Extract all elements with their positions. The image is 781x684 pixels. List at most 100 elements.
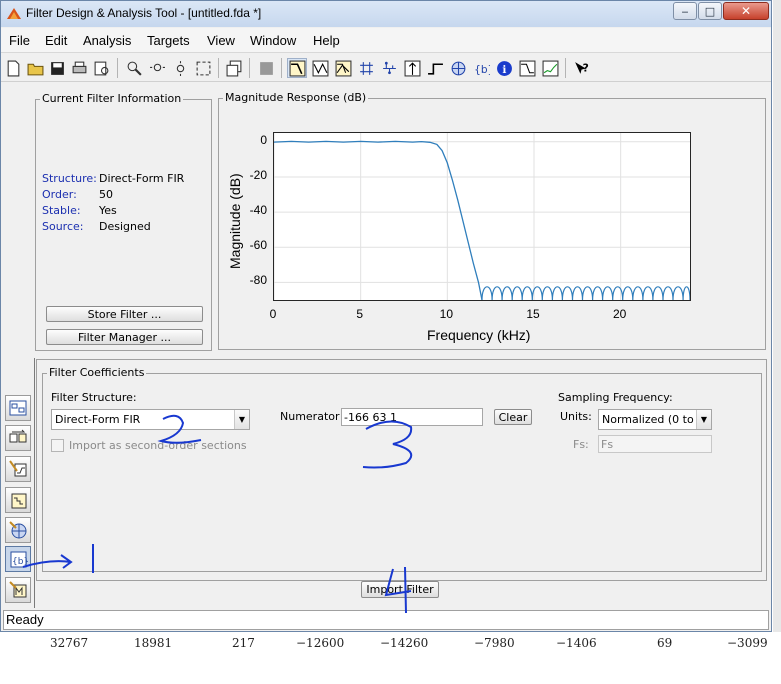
- numerator-label: Numerator: [280, 410, 340, 423]
- magnitude-phase-icon[interactable]: [333, 58, 353, 78]
- whats-this-icon[interactable]: ?: [571, 58, 591, 78]
- x-tick-label: 20: [612, 307, 627, 321]
- units-select[interactable]: Normalized (0 to ... ▼: [598, 409, 712, 430]
- svg-text:{b}: {b}: [474, 62, 490, 75]
- menu-help[interactable]: Help: [313, 33, 340, 48]
- source-key: Source:: [42, 220, 84, 233]
- menu-targets[interactable]: Targets: [147, 33, 190, 48]
- toolbar-separator: [565, 58, 566, 78]
- filter-manager-button[interactable]: Filter Manager ...: [46, 329, 203, 345]
- phase-response-icon[interactable]: [310, 58, 330, 78]
- y-axis-label: Magnitude (dB): [227, 173, 243, 269]
- background-number: −1406: [556, 636, 597, 650]
- magnitude-plot-area[interactable]: [273, 132, 691, 301]
- round-off-noise-icon[interactable]: [540, 58, 560, 78]
- chevron-down-icon: ▼: [696, 410, 711, 429]
- full-view-icon[interactable]: [193, 58, 213, 78]
- y-tick-label: -80: [249, 273, 267, 288]
- stable-value: Yes: [99, 204, 117, 217]
- background-number: −14260: [380, 636, 429, 650]
- filter-structure-label: Filter Structure:: [51, 391, 137, 404]
- magnitude-response-title: Magnitude Response (dB): [223, 91, 369, 104]
- magnitude-response-icon[interactable]: [287, 58, 307, 78]
- stable-key: Stable:: [42, 204, 81, 217]
- background-number: 69: [657, 636, 673, 650]
- matlab-app-icon: [7, 8, 21, 19]
- svg-text:i: i: [502, 62, 506, 75]
- maximize-button[interactable]: □: [698, 2, 722, 20]
- import-filter-button[interactable]: Import Filter: [361, 581, 439, 598]
- fs-label: Fs:: [573, 438, 589, 451]
- structure-key: Structure:: [42, 172, 97, 185]
- units-value: Normalized (0 to ...: [602, 413, 708, 426]
- new-icon[interactable]: [3, 58, 23, 78]
- source-value: Designed: [99, 220, 151, 233]
- menu-view[interactable]: View: [207, 33, 235, 48]
- magnitude-chart: [274, 133, 690, 300]
- sampling-frequency-label: Sampling Frequency:: [558, 391, 673, 404]
- group-delay-icon[interactable]: [356, 58, 376, 78]
- step-icon[interactable]: [425, 58, 445, 78]
- magnitude-estimate-icon[interactable]: [517, 58, 537, 78]
- svg-text:?: ?: [582, 61, 588, 74]
- filter-wizard-icon[interactable]: [5, 395, 31, 421]
- background-number: −7980: [474, 636, 515, 650]
- fdatool-window: Filter Design & Analysis Tool - [untitle…: [0, 0, 772, 632]
- filter-specs-icon: [256, 58, 276, 78]
- toolbar: {b} i ?: [1, 54, 771, 82]
- close-button[interactable]: ✕: [723, 2, 769, 20]
- window-title: Filter Design & Analysis Tool - [untitle…: [26, 6, 262, 20]
- background-number: 217: [232, 636, 255, 650]
- numerator-input[interactable]: -166 63 1: [341, 408, 483, 426]
- background-number: 18981: [134, 636, 173, 650]
- filter-coefficients-title: Filter Coefficients: [47, 366, 147, 379]
- print-preview-icon[interactable]: [91, 58, 111, 78]
- impulse-response-icon[interactable]: [379, 58, 399, 78]
- save-icon[interactable]: [47, 58, 67, 78]
- menu-edit[interactable]: Edit: [45, 33, 67, 48]
- x-tick-label: 15: [526, 307, 540, 321]
- clear-button[interactable]: Clear: [494, 409, 532, 425]
- magnitude-response-panel: Magnitude Response (dB) 0 -20 -40 -60 -80 05…: [218, 91, 766, 350]
- status-bar: Ready: [3, 610, 769, 630]
- open-icon[interactable]: [25, 58, 45, 78]
- order-value: 50: [99, 188, 113, 201]
- current-filter-title: Current Filter Information: [40, 92, 184, 105]
- zoom-in-icon[interactable]: [124, 58, 144, 78]
- menu-file[interactable]: File: [9, 33, 30, 48]
- pole-zero-icon[interactable]: [448, 58, 468, 78]
- units-label: Units:: [560, 410, 592, 423]
- menu-analysis[interactable]: Analysis: [83, 33, 131, 48]
- order-key: Order:: [42, 188, 77, 201]
- filter-coefficients-icon[interactable]: {b}: [471, 58, 491, 78]
- stopband-line: [481, 286, 690, 300]
- transform-filter-icon[interactable]: [5, 425, 31, 451]
- chevron-down-icon: ▼: [234, 410, 249, 429]
- background-number: −3099: [727, 636, 768, 650]
- x-tick-label: 10: [439, 307, 453, 321]
- print-icon[interactable]: [69, 58, 89, 78]
- filter-structure-value: Direct-Form FIR: [55, 413, 141, 426]
- multirate-icon[interactable]: [5, 577, 31, 603]
- import-filter-icon[interactable]: {b}: [5, 546, 31, 572]
- y-tick-label: 0: [260, 132, 267, 147]
- zoom-y-icon[interactable]: [170, 58, 190, 78]
- right-edge-scroll: [773, 0, 781, 632]
- step-response-icon[interactable]: [402, 58, 422, 78]
- background-number: 32767: [50, 636, 89, 650]
- quantize-icon[interactable]: [5, 487, 31, 513]
- zoom-x-icon[interactable]: [147, 58, 167, 78]
- import-sos-checkbox[interactable]: [51, 439, 64, 452]
- new-figure-icon[interactable]: [224, 58, 244, 78]
- design-filter-icon[interactable]: [5, 456, 31, 482]
- store-filter-button[interactable]: Store Filter ...: [46, 306, 203, 322]
- svg-text:{b}: {b}: [12, 557, 28, 567]
- x-tick-label: 5: [356, 307, 363, 321]
- minimize-button[interactable]: ‒: [673, 2, 697, 20]
- menu-window[interactable]: Window: [250, 33, 296, 48]
- filter-info-icon[interactable]: i: [494, 58, 514, 78]
- background-number: −12600: [296, 636, 345, 650]
- pole-zero-editor-icon[interactable]: [5, 517, 31, 543]
- filter-structure-select[interactable]: Direct-Form FIR ▼: [51, 409, 250, 430]
- fs-input[interactable]: Fs: [598, 435, 712, 453]
